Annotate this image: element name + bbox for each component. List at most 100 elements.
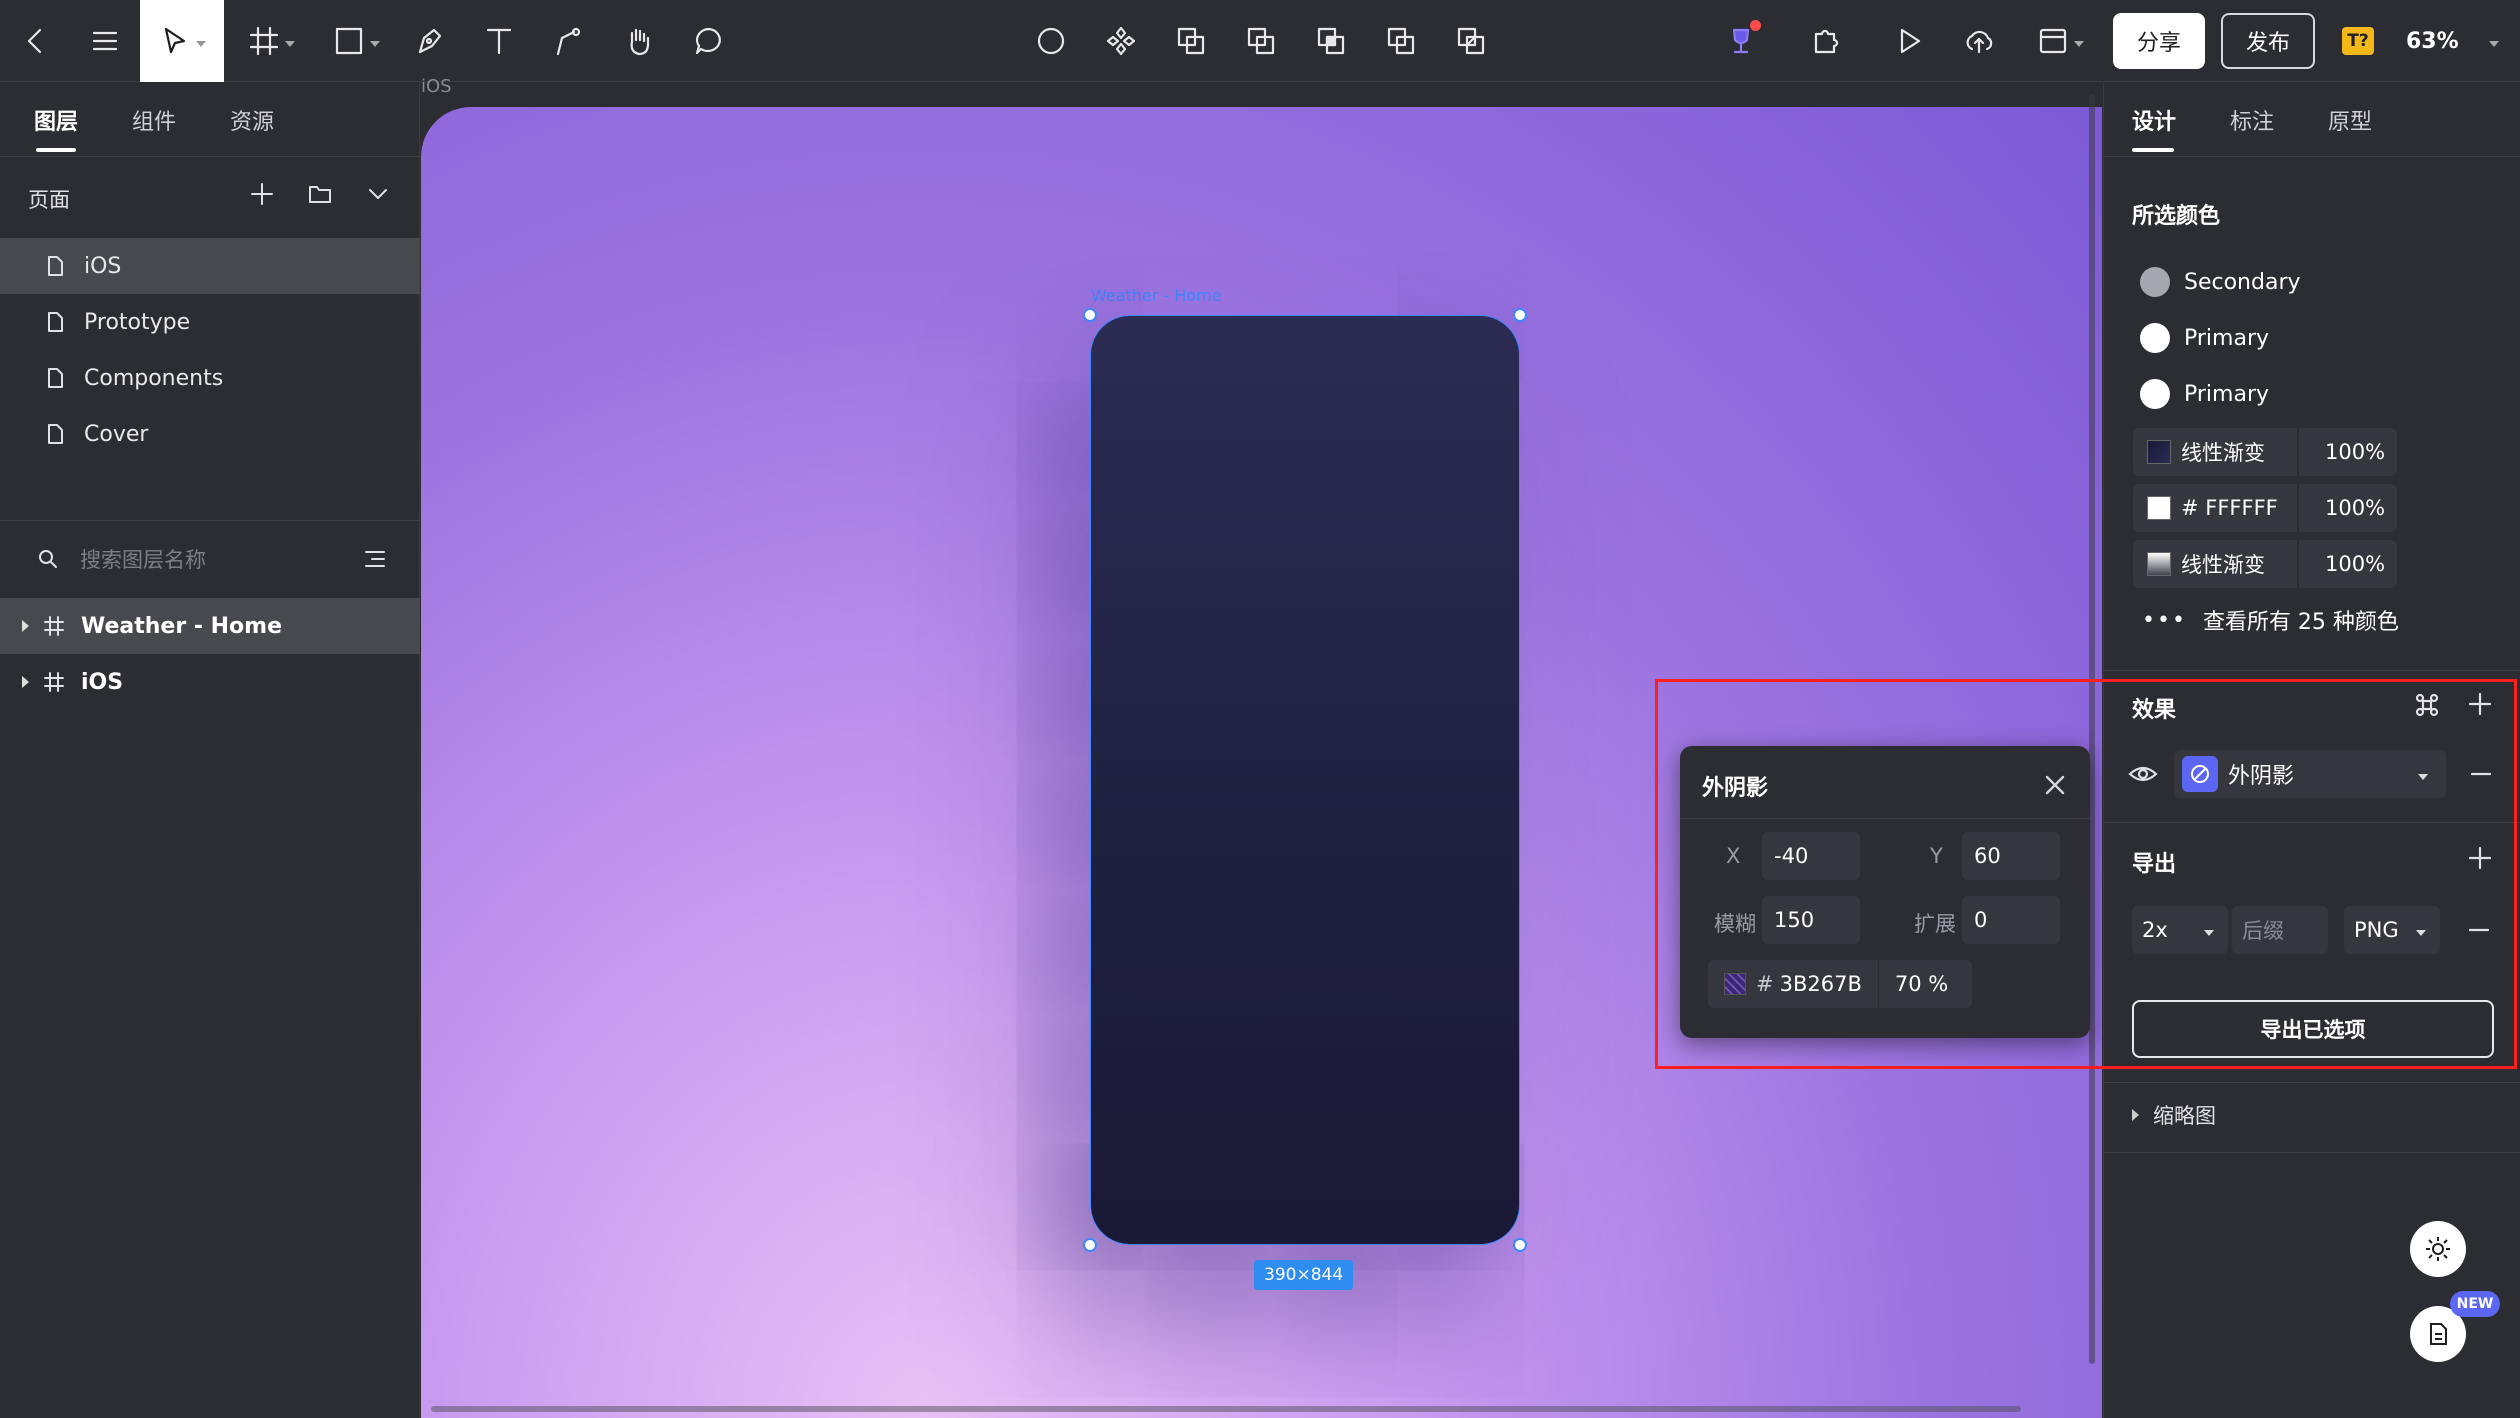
layer-item-ios[interactable]: iOS [0,654,420,710]
view-all-colors-link[interactable]: ••• 查看所有 25 种颜色 [2142,600,2399,640]
divider [2104,1082,2520,1083]
plugin-icon[interactable] [1804,0,1846,82]
page-item-ios[interactable]: iOS [0,238,420,294]
missing-font-badge[interactable]: T? [2342,27,2374,55]
text-tool-icon[interactable] [478,0,520,82]
boolean-intersect-icon[interactable] [1310,0,1352,82]
shadow-color-hex[interactable]: 3B267B [1780,972,1862,996]
fill-linear-gradient[interactable]: 线性渐变 100% [2133,540,2397,588]
thumbnail-section[interactable]: 缩略图 [2132,1100,2216,1130]
zoom-level[interactable]: 63% [2406,0,2499,82]
export-scale-select[interactable]: 2x [2132,906,2228,954]
rectangle-tool-button[interactable] [328,0,384,82]
fill-linear-gradient[interactable]: 线性渐变 100% [2133,428,2397,476]
search-placeholder: 搜索图层名称 [80,548,206,572]
horizontal-scrollbar[interactable] [431,1406,2021,1412]
layer-label: iOS [81,669,124,695]
chevron-down-icon [196,41,206,47]
spread-input[interactable]: 0 [1962,896,2060,944]
color-style-secondary[interactable]: Secondary [2140,262,2301,302]
color-style-label: Primary [2184,381,2270,407]
page-item-prototype[interactable]: Prototype [0,294,420,350]
cloud-upload-icon[interactable] [1958,0,2000,82]
resize-handle[interactable] [1083,1238,1097,1252]
style-link-icon[interactable] [2414,692,2440,722]
phone-frame-label[interactable]: Weather - Home [1091,286,1222,305]
shadow-color-field[interactable]: # 3B267B 70 % [1708,960,1972,1008]
ellipse-icon[interactable] [1030,0,1072,82]
layout-toggle-icon[interactable] [2030,0,2090,82]
tab-layers[interactable]: 图层 [34,104,78,136]
move-tool-button[interactable] [140,0,224,82]
fill-opacity[interactable]: 100% [2325,496,2385,520]
flatten-icon[interactable] [1450,0,1492,82]
filter-icon[interactable] [362,546,388,576]
color-swatch[interactable] [1724,973,1746,995]
effect-type-select[interactable]: 外阴影 [2174,750,2446,798]
boolean-exclude-icon[interactable] [1380,0,1422,82]
tab-inspect[interactable]: 标注 [2230,104,2274,136]
publish-button[interactable]: 发布 [2221,13,2315,69]
color-dot [2140,379,2170,409]
color-style-primary[interactable]: Primary [2140,374,2269,414]
remove-export-icon[interactable] [2466,918,2492,946]
tab-assets[interactable]: 资源 [230,104,274,136]
hand-tool-icon[interactable] [618,0,660,82]
page-label: Cover [84,421,149,447]
theme-toggle-icon[interactable] [2410,1221,2466,1277]
tab-prototype[interactable]: 原型 [2328,104,2372,136]
chevron-down-icon[interactable] [364,180,392,212]
vertical-scrollbar[interactable] [2089,94,2095,1364]
layer-item-weather-home[interactable]: Weather - Home [0,598,420,654]
resize-handle[interactable] [1083,308,1097,322]
page-item-components[interactable]: Components [0,350,420,406]
x-offset-input[interactable]: -40 [1762,832,1860,880]
x-label: X [1726,844,1741,868]
gradient-swatch[interactable] [2147,552,2171,576]
fill-opacity[interactable]: 100% [2325,440,2385,464]
expand-arrow-icon[interactable] [22,676,29,688]
close-icon[interactable] [2042,772,2068,798]
add-page-icon[interactable] [248,180,276,212]
add-export-icon[interactable] [2466,844,2494,876]
fill-white[interactable]: # FFFFFF 100% [2133,484,2397,532]
eye-icon[interactable] [2128,762,2158,790]
y-offset-input[interactable]: 60 [1962,832,2060,880]
resize-handle[interactable] [1513,1238,1527,1252]
color-style-primary[interactable]: Primary [2140,318,2269,358]
play-icon[interactable] [1888,0,1930,82]
connector-tool-icon[interactable] [548,0,590,82]
component-icon[interactable] [1100,0,1142,82]
shadow-opacity[interactable]: 70 % [1895,972,1948,996]
export-suffix-input[interactable]: 后缀 [2232,906,2328,954]
chevron-down-icon [370,41,380,47]
boolean-union-icon[interactable] [1170,0,1212,82]
remove-effect-icon[interactable] [2468,762,2494,790]
fill-opacity[interactable]: 100% [2325,552,2385,576]
back-icon[interactable] [14,0,56,82]
divider [2297,540,2299,588]
comment-tool-icon[interactable] [688,0,730,82]
weather-home-frame[interactable] [1090,315,1520,1245]
layer-search-input[interactable]: 搜索图层名称 [36,544,206,574]
share-button[interactable]: 分享 [2113,13,2205,69]
frame-label[interactable]: iOS [421,76,452,97]
trophy-icon[interactable] [1720,0,1762,82]
pen-tool-icon[interactable] [408,0,450,82]
white-swatch[interactable] [2147,496,2171,520]
boolean-subtract-icon[interactable] [1240,0,1282,82]
menu-icon[interactable] [84,0,126,82]
blur-input[interactable]: 150 [1762,896,1860,944]
resize-handle[interactable] [1513,308,1527,322]
tab-components[interactable]: 组件 [132,104,176,136]
export-selected-button[interactable]: 导出已选项 [2132,1000,2494,1058]
divider [2104,670,2520,671]
expand-arrow-icon[interactable] [22,620,29,632]
frame-tool-button[interactable] [242,0,300,82]
tab-design[interactable]: 设计 [2132,104,2176,136]
page-item-cover[interactable]: Cover [0,406,420,462]
folder-icon[interactable] [306,180,334,212]
gradient-swatch[interactable] [2147,440,2171,464]
add-effect-icon[interactable] [2466,690,2494,722]
export-format-select[interactable]: PNG [2344,906,2440,954]
